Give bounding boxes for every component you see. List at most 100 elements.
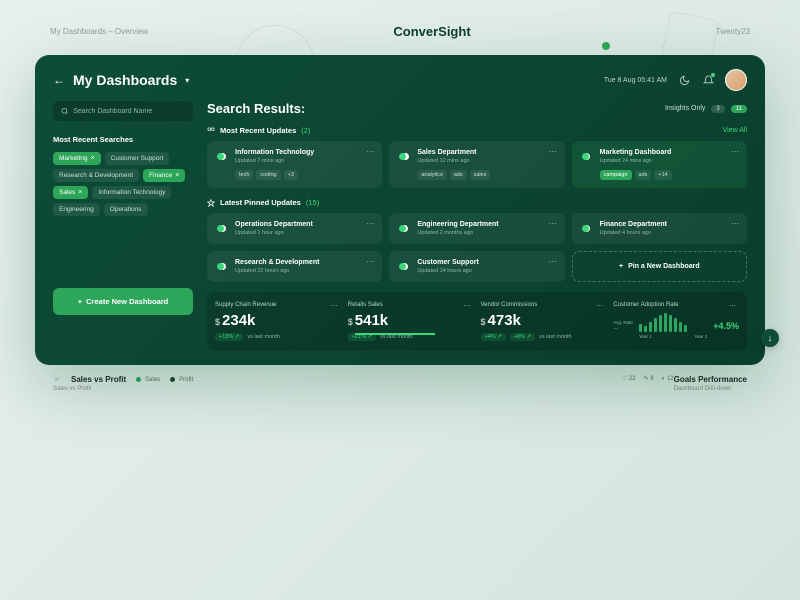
plus-icon: + — [78, 297, 82, 306]
card-tag[interactable]: +14 — [654, 170, 671, 180]
stat-more-icon[interactable]: ⋯ — [464, 302, 472, 310]
chart-title: Sales vs Profit — [71, 375, 126, 384]
pin-new-button[interactable]: +Pin a New Dashboard — [572, 251, 747, 282]
bell-icon[interactable] — [701, 73, 715, 87]
stat-pct: +4% ↗ — [481, 333, 506, 341]
views-count[interactable]: ◐ 12 — [662, 376, 674, 382]
card-name: Research & Development — [235, 259, 374, 266]
insights-count-1: 3 — [711, 105, 724, 113]
chip-customer-support[interactable]: Customer Support — [105, 152, 170, 165]
stat-card: Retails Sales⋯$541k+21% ↗vs last month — [348, 302, 474, 341]
create-dashboard-button[interactable]: +Create New Dashboard — [53, 288, 193, 315]
update-card[interactable]: Sales Department Updated 12 mins ago ⋯ anal… — [389, 141, 564, 188]
update-card[interactable]: Information TechnologyUpdated 7 mins ago… — [207, 141, 382, 188]
view-all-link[interactable]: View All — [723, 127, 747, 134]
search-input[interactable] — [53, 101, 193, 121]
card-more-icon[interactable]: ⋯ — [366, 219, 375, 228]
brand-logo: ConverSight — [393, 24, 470, 39]
update-card[interactable]: Marketing Dashboard Updated 24 mins ago ⋯ c… — [572, 141, 747, 188]
pinned-card[interactable]: Research & Development Updated 22 hours a… — [207, 251, 382, 282]
stat-label: Vendor Commissions — [481, 302, 607, 308]
plus-icon: + — [619, 263, 623, 270]
card-icon — [397, 149, 411, 163]
dashboard-panel: ← My Dashboards ▾ Tue 8 Aug 05:41 AM Mos… — [35, 55, 765, 365]
card-tag[interactable]: +3 — [284, 170, 298, 180]
chip-marketing[interactable]: Marketing× — [53, 152, 101, 165]
card-updated: Updated 12 mins ago — [417, 158, 556, 164]
search-field[interactable] — [73, 108, 185, 115]
chart-subtitle: Sales vs Profit — [53, 386, 622, 392]
stat-label: Customer Adoption Rate — [613, 302, 739, 308]
card-name: Engineering Department — [417, 221, 556, 228]
card-more-icon[interactable]: ⋯ — [731, 147, 740, 156]
chip-close-icon[interactable]: × — [175, 172, 179, 179]
card-name: Customer Support — [417, 259, 556, 266]
pinned-card[interactable]: Customer Support Updated 14 hours ago ⋯ — [389, 251, 564, 282]
card-tag[interactable]: campaign — [600, 170, 632, 180]
drag-icon[interactable] — [53, 376, 61, 384]
search-icon — [61, 107, 68, 115]
updates-icon — [207, 127, 215, 135]
card-tag[interactable]: tech — [235, 170, 253, 180]
insights-count-2: 11 — [731, 105, 747, 113]
stat-value: $473k — [481, 312, 607, 329]
card-tag[interactable]: sales — [470, 170, 491, 180]
stat-pct: +13% ↗ — [215, 333, 243, 341]
card-name: Sales Department — [417, 149, 556, 156]
comments-count[interactable]: ✎ 8 — [644, 375, 654, 382]
chip-sales[interactable]: Sales× — [53, 186, 88, 199]
card-icon — [397, 259, 411, 273]
card-updated: Updated 4 hours ago — [600, 230, 739, 236]
breadcrumb: My Dashboards – Overview — [50, 27, 148, 36]
stat-more-icon[interactable]: ⋯ — [729, 302, 737, 310]
chip-information-technology[interactable]: Information Technology — [92, 186, 171, 199]
insights-label: Insights Only — [665, 105, 705, 112]
card-more-icon[interactable]: ⋯ — [549, 147, 558, 156]
card-more-icon[interactable]: ⋯ — [366, 257, 375, 266]
chip-engineering[interactable]: Engineering — [53, 203, 100, 216]
page-title: My Dashboards — [73, 72, 177, 88]
stat-card: Vendor Commissions⋯$473k+4% ↗+8% ↗vs las… — [481, 302, 607, 341]
card-more-icon[interactable]: ⋯ — [366, 147, 375, 156]
stat-vs: vs last month — [539, 334, 571, 340]
pinned-card[interactable]: Operations DepartmentUpdated 1 hour ago⋯ — [207, 213, 382, 244]
moon-icon[interactable] — [677, 73, 691, 87]
chevron-down-icon[interactable]: ▾ — [185, 76, 189, 85]
card-more-icon[interactable]: ⋯ — [731, 219, 740, 228]
card-icon — [580, 149, 594, 163]
card-updated: Updated 14 hours ago — [417, 268, 556, 274]
avatar[interactable] — [725, 69, 747, 91]
card-updated: Updated 1 hour ago — [235, 230, 374, 236]
stat-card: Supply Chain Revenue⋯$234k+13% ↗vs last … — [215, 302, 341, 341]
card-updated: Updated 24 mins ago — [600, 158, 739, 164]
chip-research-&-development[interactable]: Research & Development — [53, 169, 139, 182]
results-title: Search Results: — [207, 101, 305, 116]
pinned-card[interactable]: Finance DepartmentUpdated 4 hours ago⋯ — [572, 213, 747, 244]
card-name: Marketing Dashboard — [600, 149, 739, 156]
card-tag[interactable]: analytics — [417, 170, 446, 180]
card-icon — [397, 221, 411, 235]
chip-close-icon[interactable]: × — [78, 189, 82, 196]
card-more-icon[interactable]: ⋯ — [549, 257, 558, 266]
card-updated: Updated 2 months ago — [417, 230, 556, 236]
stat-vs: vs last month — [247, 334, 279, 340]
pin-icon — [207, 199, 215, 207]
card-updated: Updated 22 hours ago — [235, 268, 374, 274]
card-name: Information Technology — [235, 149, 374, 156]
card-tag[interactable]: coding — [256, 170, 280, 180]
scroll-down-button[interactable]: ↓ — [761, 329, 779, 347]
likes-count[interactable]: ♡ 22 — [622, 375, 636, 382]
recent-searches-label: Most Recent Searches — [53, 135, 193, 144]
chip-close-icon[interactable]: × — [91, 155, 95, 162]
card-icon — [215, 221, 229, 235]
chip-finance[interactable]: Finance× — [143, 169, 185, 182]
adoption-pct: +4.5% — [713, 321, 739, 331]
stat-more-icon[interactable]: ⋯ — [331, 302, 339, 310]
stat-more-icon[interactable]: ⋯ — [596, 302, 604, 310]
back-icon[interactable]: ← — [53, 73, 65, 87]
card-tag[interactable]: ads — [450, 170, 467, 180]
chip-operations[interactable]: Operations — [104, 203, 148, 216]
pinned-card[interactable]: Engineering Department Updated 2 months a… — [389, 213, 564, 244]
card-more-icon[interactable]: ⋯ — [549, 219, 558, 228]
card-tag[interactable]: ads — [635, 170, 652, 180]
